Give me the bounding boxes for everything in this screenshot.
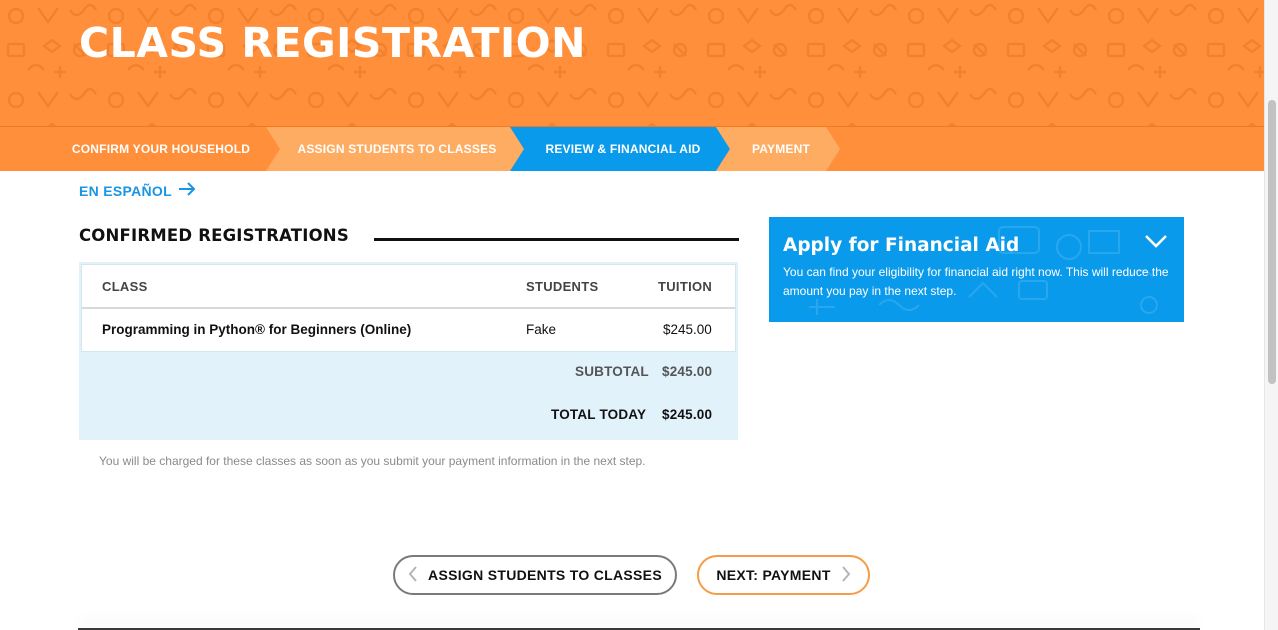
next-button-label: NEXT: PAYMENT	[716, 567, 831, 583]
back-assign-students-button[interactable]: ASSIGN STUDENTS TO CLASSES	[393, 555, 677, 595]
section-title: CONFIRMED REGISTRATIONS	[79, 226, 349, 245]
financial-aid-card[interactable]: Apply for Financial Aid You can find you…	[769, 217, 1184, 322]
page-scrollbar[interactable]	[1264, 0, 1278, 630]
payment-note: You will be charged for these classes as…	[99, 454, 646, 468]
step-confirm-household[interactable]: CONFIRM YOUR HOUSEHOLD	[56, 127, 266, 171]
financial-aid-title: Apply for Financial Aid	[783, 235, 1020, 256]
subtotal-label: SUBTOTAL	[575, 364, 649, 379]
back-button-label: ASSIGN STUDENTS TO CLASSES	[428, 567, 662, 583]
step-review-financial-aid[interactable]: REVIEW & FINANCIAL AID	[530, 127, 716, 171]
chevron-left-icon	[408, 565, 418, 585]
step-assign-students[interactable]: ASSIGN STUDENTS TO CLASSES	[288, 127, 506, 171]
next-payment-button[interactable]: NEXT: PAYMENT	[697, 555, 870, 595]
step-label: CONFIRM YOUR HOUSEHOLD	[71, 142, 251, 156]
progress-steps: CONFIRM YOUR HOUSEHOLD ASSIGN STUDENTS T…	[0, 126, 1265, 171]
row-student: Fake	[526, 322, 557, 337]
chevron-down-icon[interactable]	[1144, 233, 1168, 254]
espanol-link-label: EN ESPAÑOL	[79, 182, 172, 199]
chevron-right-icon	[841, 565, 851, 585]
espanol-link[interactable]: EN ESPAÑOL	[79, 182, 196, 199]
row-tuition: $245.00	[663, 322, 712, 337]
step-label: PAYMENT	[751, 142, 811, 156]
subtotal-value: $245.00	[662, 364, 713, 379]
step-payment[interactable]: PAYMENT	[736, 127, 826, 171]
total-value: $245.00	[662, 407, 713, 422]
financial-aid-description: You can find your eligibility for financ…	[783, 265, 1169, 298]
page-header: CLASS REGISTRATION	[0, 0, 1265, 126]
scrollbar-thumb[interactable]	[1268, 100, 1276, 384]
column-header-tuition: TUITION	[658, 279, 713, 294]
page-title: CLASS REGISTRATION	[79, 19, 586, 67]
column-header-students: STUDENTS	[526, 279, 599, 294]
step-label: ASSIGN STUDENTS TO CLASSES	[297, 142, 497, 156]
header-divider	[82, 307, 735, 309]
step-label: REVIEW & FINANCIAL AID	[545, 142, 701, 156]
row-class-name: Programming in Python® for Beginners (On…	[102, 322, 412, 337]
total-label: TOTAL TODAY	[551, 407, 647, 422]
section-divider	[374, 238, 739, 241]
arrow-right-icon	[178, 182, 196, 199]
column-header-class: CLASS	[102, 279, 148, 294]
